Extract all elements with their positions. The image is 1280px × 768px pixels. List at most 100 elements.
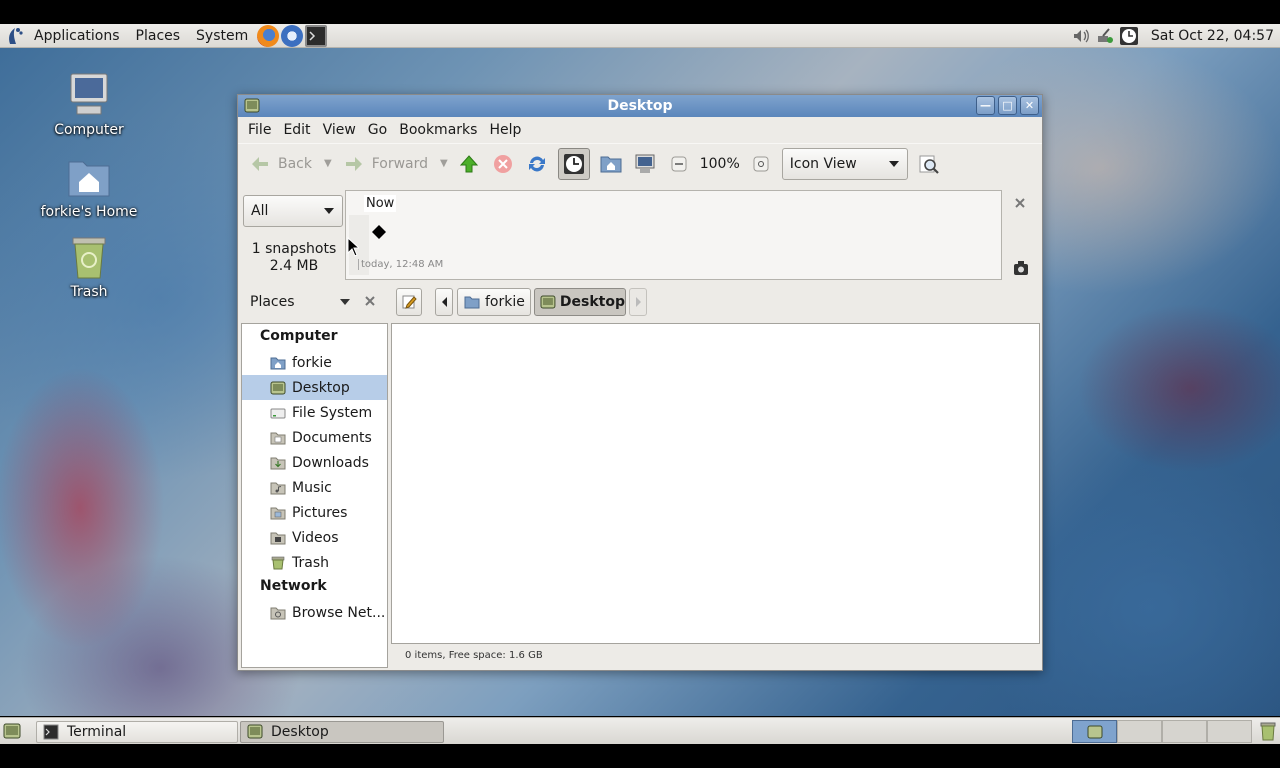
snapshot-size: 2.4 MB <box>269 258 319 274</box>
sidebar-item-pictures[interactable]: Pictures <box>242 500 387 525</box>
zoom-in-button[interactable] <box>748 151 774 177</box>
up-button[interactable] <box>456 151 482 177</box>
snapshot-marker[interactable] <box>368 221 390 287</box>
zoom-level[interactable]: 100% <box>700 156 740 172</box>
music-folder-icon <box>270 482 286 494</box>
time-slider-button[interactable] <box>557 147 590 180</box>
view-mode-select[interactable]: Icon View <box>781 147 908 180</box>
snapshot-diamond-icon <box>372 225 386 239</box>
system-menu[interactable]: System <box>188 28 256 44</box>
file-view-area[interactable] <box>391 323 1040 644</box>
path-scroll-left-button[interactable] <box>435 288 453 316</box>
firefox-icon[interactable] <box>257 24 280 47</box>
panel-trash-button[interactable] <box>1258 721 1278 741</box>
menu-help[interactable]: Help <box>483 122 527 138</box>
close-icon: ✕ <box>1024 99 1035 112</box>
sidebar-item-music[interactable]: Music <box>242 475 387 500</box>
path-button-desktop[interactable]: Desktop <box>534 288 626 316</box>
menu-file[interactable]: File <box>242 122 277 138</box>
menu-view[interactable]: View <box>317 122 362 138</box>
sidebar-item-documents[interactable]: Documents <box>242 425 387 450</box>
home-button[interactable] <box>598 151 624 177</box>
close-window-button[interactable]: ✕ <box>1020 96 1039 115</box>
trash-icon <box>1260 722 1276 741</box>
workspace-switcher[interactable] <box>1072 720 1254 743</box>
gnome-foot-icon[interactable] <box>6 26 24 46</box>
home-folder-icon <box>270 357 286 369</box>
network-icon[interactable] <box>1095 26 1115 46</box>
timeline-now-label: Now <box>364 195 397 212</box>
back-button[interactable]: Back ▼ <box>246 148 336 180</box>
path-button-forkie[interactable]: forkie <box>457 288 531 316</box>
taskbar-desktop[interactable]: Desktop <box>240 721 444 743</box>
sidebar-item-desktop[interactable]: Desktop <box>242 375 387 400</box>
forward-arrow-icon <box>345 156 362 171</box>
desktop-icon <box>540 295 556 309</box>
places-menu[interactable]: Places <box>128 28 189 44</box>
computer-button[interactable] <box>632 151 658 177</box>
snapshot-count: 1 snapshots <box>251 241 337 257</box>
stop-button[interactable] <box>490 151 516 177</box>
sidebar-item-forkie[interactable]: forkie <box>242 350 387 375</box>
sidebar-item-downloads[interactable]: Downloads <box>242 450 387 475</box>
search-icon <box>919 155 939 174</box>
maximize-button[interactable]: □ <box>998 96 1017 115</box>
close-icon <box>1015 198 1025 208</box>
downloads-folder-icon <box>270 457 286 469</box>
terminal-icon[interactable] <box>305 24 328 47</box>
menu-edit[interactable]: Edit <box>277 122 316 138</box>
forward-button[interactable]: Forward ▼ <box>340 148 452 180</box>
time-slider-icon <box>563 153 584 174</box>
sidebar-item-file-system[interactable]: File System <box>242 400 387 425</box>
forward-history-dropdown-icon[interactable]: ▼ <box>440 158 448 169</box>
close-icon <box>365 296 375 306</box>
home-folder-icon <box>67 154 111 200</box>
workspace-1[interactable] <box>1072 720 1117 743</box>
stop-icon <box>493 154 512 173</box>
dropdown-arrow-icon <box>888 160 899 167</box>
network-browser-icon[interactable] <box>281 24 304 47</box>
sidebar-item-browse-network[interactable]: Browse Net... <box>242 600 387 625</box>
menu-go[interactable]: Go <box>362 122 393 138</box>
pictures-folder-icon <box>270 507 286 519</box>
back-history-dropdown-icon[interactable]: ▼ <box>324 158 332 169</box>
window-desktop-icon[interactable] <box>244 98 260 113</box>
sidebar-type-select[interactable]: Places <box>250 291 350 313</box>
computer-icon <box>67 72 111 118</box>
zoom-out-button[interactable] <box>666 151 692 177</box>
path-scroll-right-button[interactable] <box>629 288 647 316</box>
snapshot-timestamp: today, 12:48 AM <box>358 259 443 270</box>
location-toggle-button[interactable] <box>396 288 422 316</box>
workspace-4[interactable] <box>1207 720 1252 743</box>
sidebar-item-videos[interactable]: Videos <box>242 525 387 550</box>
sidebar-item-trash[interactable]: Trash <box>242 550 387 575</box>
workspace-3[interactable] <box>1162 720 1207 743</box>
workspace-window-icon <box>1087 725 1102 738</box>
snapshot-filter-select[interactable]: All <box>243 195 343 227</box>
toolbar: Back ▼ Forward ▼ 100% Icon View <box>238 143 1042 183</box>
desktop-icon-home[interactable]: forkie's Home <box>34 154 144 220</box>
trash-icon <box>271 556 285 569</box>
dropdown-arrow-icon <box>340 299 350 305</box>
minimize-button[interactable]: — <box>976 96 995 115</box>
clock-applet-icon[interactable] <box>1119 26 1139 46</box>
search-button[interactable] <box>916 151 942 177</box>
desktop-icon-trash[interactable]: Trash <box>34 234 144 300</box>
taskbar-terminal[interactable]: Terminal <box>36 721 238 743</box>
close-timeslider-button[interactable] <box>1012 195 1028 211</box>
window-titlebar[interactable]: Desktop — □ ✕ <box>238 95 1042 117</box>
menu-bookmarks[interactable]: Bookmarks <box>393 122 483 138</box>
applications-menu[interactable]: Applications <box>26 28 128 44</box>
show-desktop-button[interactable] <box>3 722 21 740</box>
snapshot-manager-button[interactable] <box>1012 259 1030 277</box>
panel-clock[interactable]: Sat Oct 22, 04:57 <box>1151 28 1274 44</box>
zoom-normal-icon <box>753 156 769 171</box>
desktop-icon-label: forkie's Home <box>40 204 138 220</box>
close-sidebar-button[interactable] <box>363 294 377 308</box>
trash-icon <box>67 234 111 280</box>
snapshot-timeline[interactable]: Now today, 12:48 AM <box>345 190 1002 280</box>
desktop-icon-computer[interactable]: Computer <box>34 72 144 138</box>
workspace-2[interactable] <box>1117 720 1162 743</box>
volume-icon[interactable] <box>1071 26 1091 46</box>
reload-button[interactable] <box>524 151 550 177</box>
